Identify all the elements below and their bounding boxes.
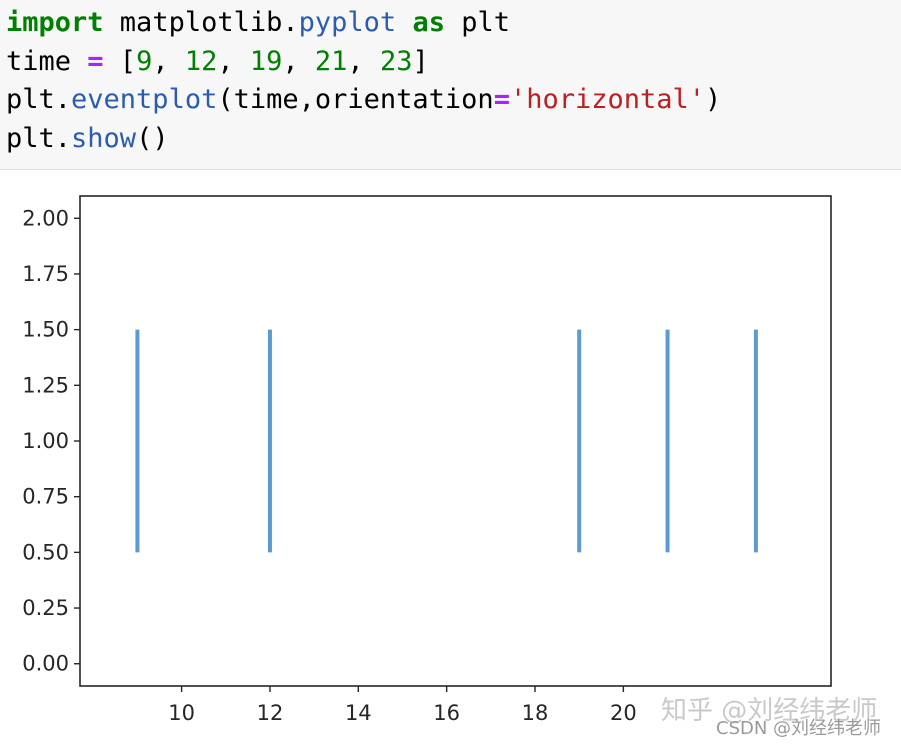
- operator: =: [493, 84, 510, 115]
- x-tick-label: 12: [257, 701, 284, 725]
- y-tick-label: 0.00: [22, 652, 69, 676]
- code-text: ,: [282, 45, 315, 77]
- y-tick-label: 0.50: [22, 540, 69, 564]
- module-name: pyplot: [298, 7, 397, 38]
- code-line-4: plt.show(): [6, 120, 901, 159]
- y-tick-label: 1.50: [22, 318, 69, 342]
- code-text: ,: [347, 45, 380, 77]
- x-tick-label: 18: [522, 701, 549, 725]
- y-tick-label: 1.25: [22, 373, 69, 397]
- code-line-2: time = [9, 12, 19, 21, 23]: [6, 43, 901, 82]
- code-text: ,: [152, 45, 185, 77]
- code-text: plt: [444, 7, 510, 38]
- eventplot-chart: 0.000.250.500.751.001.251.501.752.00 10 1…: [22, 195, 832, 725]
- watermark-csdn: CSDN @刘经纬老师: [716, 718, 882, 739]
- code-text: plt.: [6, 122, 72, 154]
- code-text: ,: [217, 45, 250, 77]
- number: 9: [136, 45, 153, 77]
- x-tick-label: 20: [610, 701, 637, 725]
- function-name: show: [71, 122, 137, 154]
- x-tick-label: 10: [168, 701, 195, 725]
- operator: =: [87, 45, 104, 77]
- code-line-1: import matplotlib.pyplot as plt: [6, 4, 901, 43]
- keyword-import: import: [6, 7, 104, 38]
- y-axis-ticks: 0.00 0.25 0.50 0.75 1.00 1.25 1.50 1.75 2.00: [22, 206, 80, 676]
- y-tick-label: 1.75: [22, 262, 69, 286]
- code-text: plt.: [6, 84, 72, 115]
- function-name: eventplot: [71, 84, 218, 115]
- y-tick-label: 1.00: [22, 429, 69, 453]
- code-text: time: [6, 45, 88, 77]
- x-tick-label: 16: [433, 701, 460, 725]
- y-tick-label: 2.00: [22, 206, 69, 230]
- x-axis-ticks: 10 12 14 16 18 20: [168, 686, 637, 725]
- number: 12: [184, 45, 218, 77]
- code-text: matplotlib.: [103, 7, 299, 38]
- axes-frame: [79, 195, 832, 687]
- number: 19: [249, 45, 283, 77]
- x-tick-label: 14: [345, 701, 372, 725]
- y-tick-label: 0.25: [22, 596, 69, 620]
- keyword-as: as: [412, 7, 445, 38]
- string-literal: 'horizontal': [509, 84, 706, 115]
- code-text: [: [103, 45, 137, 77]
- number: 23: [379, 45, 413, 77]
- code-text: ): [705, 84, 722, 115]
- event-lines: [135, 329, 758, 553]
- y-tick-label: 0.75: [22, 485, 69, 509]
- code-line-3: plt.eventplot(time,orientation='horizont…: [6, 81, 901, 120]
- code-text: (time,orientation: [217, 84, 494, 115]
- code-text: ]: [412, 45, 429, 77]
- code-cell[interactable]: import matplotlib.pyplot as plt time = […: [0, 0, 901, 170]
- code-text: (): [136, 122, 169, 154]
- number: 21: [314, 45, 348, 77]
